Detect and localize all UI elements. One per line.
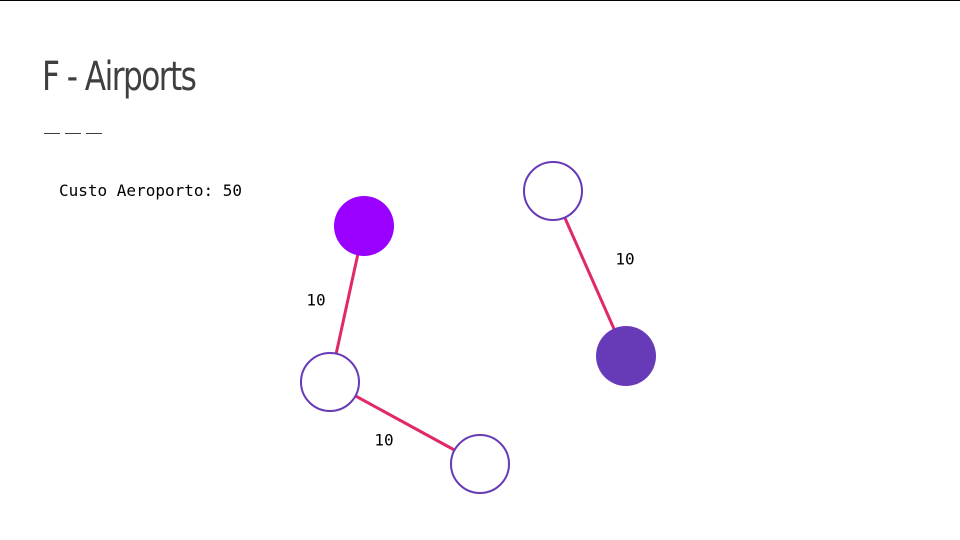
edge-weight-label: 10	[615, 250, 634, 269]
airport-node	[334, 196, 394, 256]
graph-diagram: 10 10 10	[300, 161, 656, 494]
edge-weight-label: 10	[306, 291, 325, 310]
edge-weight-label: 10	[374, 431, 393, 450]
graph-node	[450, 434, 510, 494]
graph-nodes	[300, 161, 656, 494]
graph-node	[300, 352, 360, 412]
airport-node	[596, 326, 656, 386]
slide: F - Airports Custo Aeroporto: 50 10 10 10	[0, 0, 960, 540]
graph-node	[523, 161, 583, 221]
graph-edge-labels: 10 10 10	[306, 250, 634, 450]
